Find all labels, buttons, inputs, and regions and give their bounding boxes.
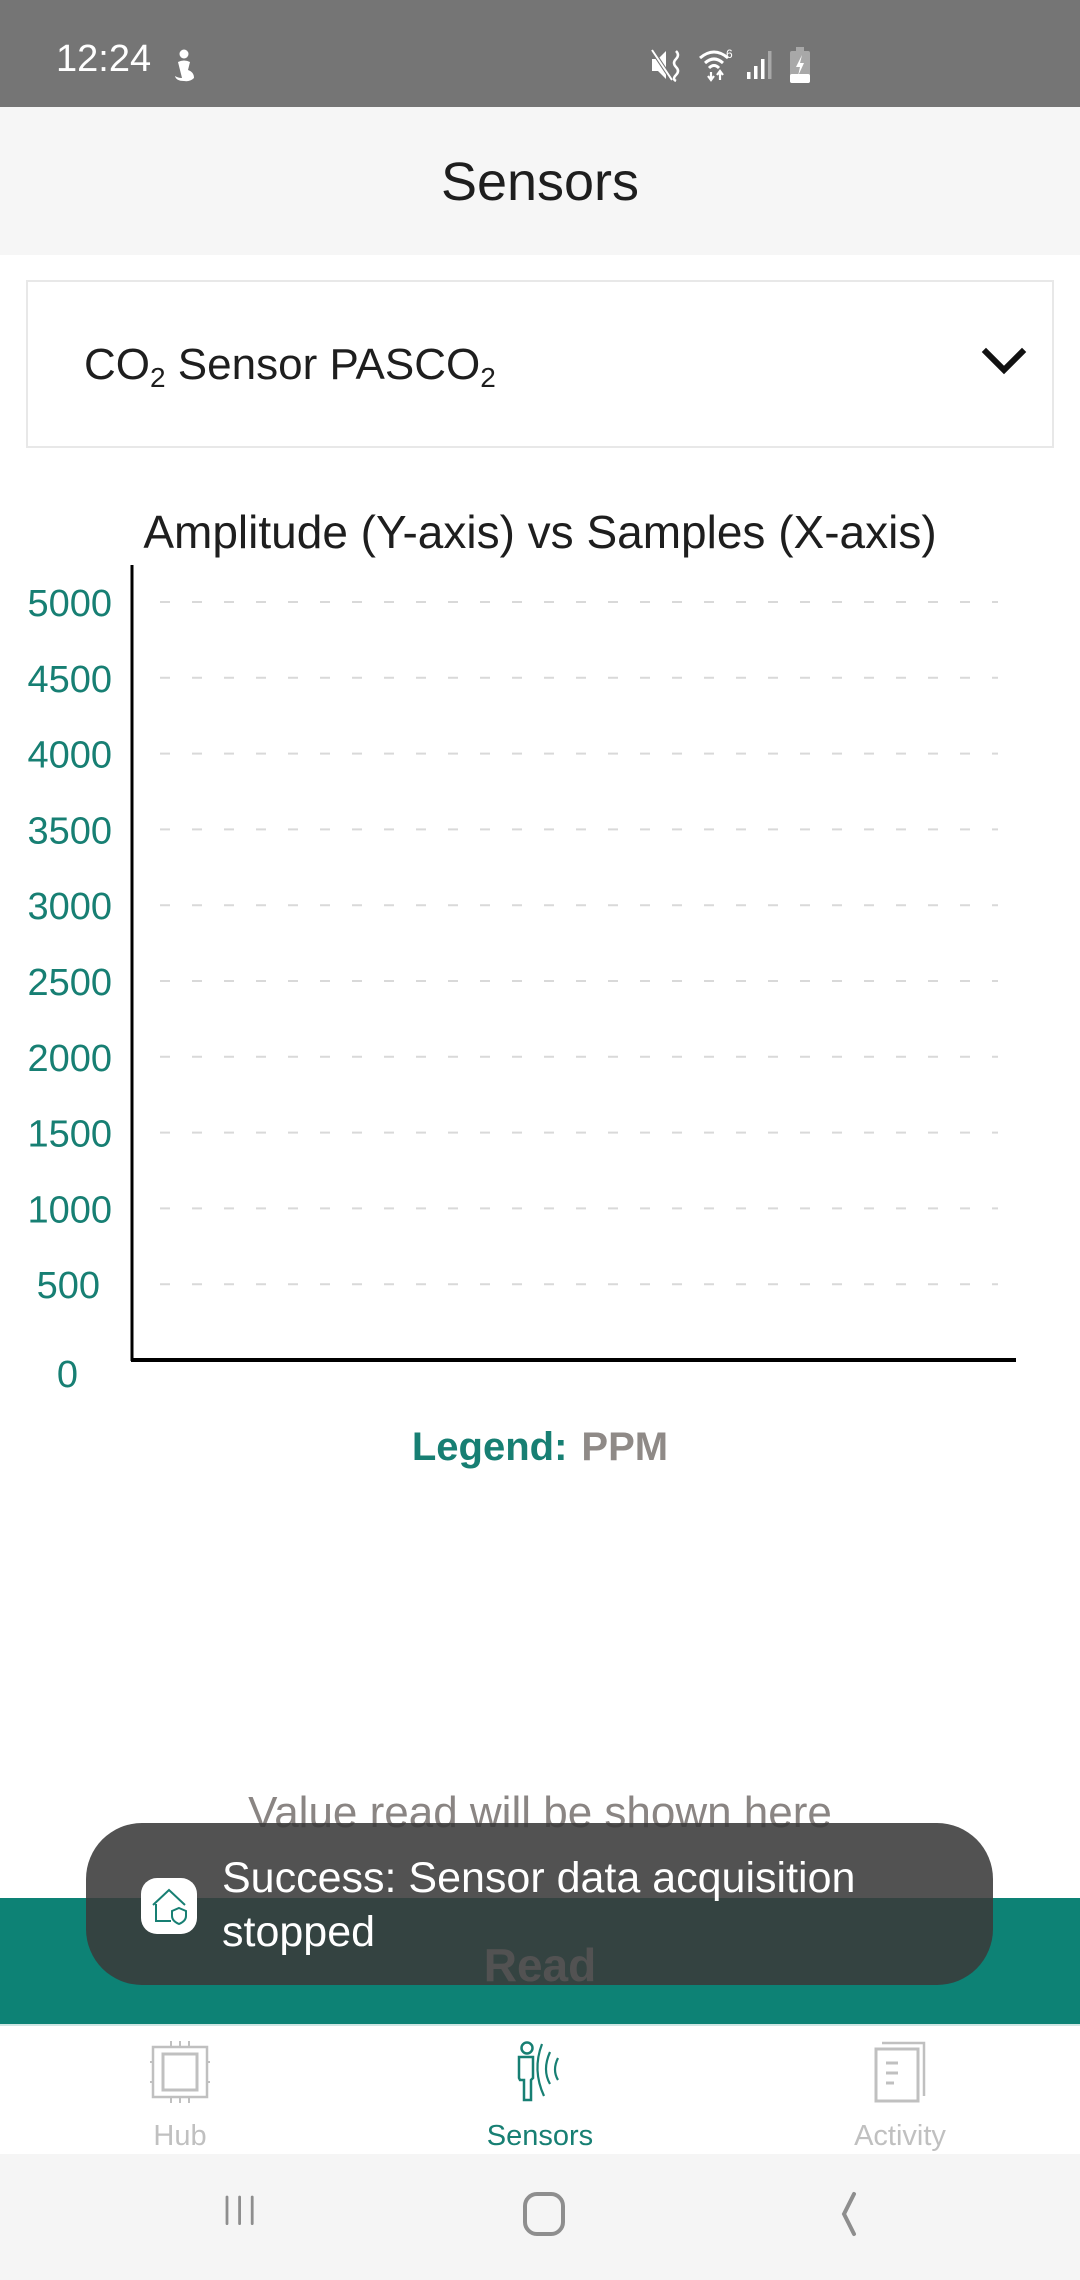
legend-label: Legend: xyxy=(411,1425,568,1469)
svg-text:6: 6 xyxy=(726,47,733,61)
system-navigation-bar xyxy=(0,2154,1080,2280)
status-time: 12:24 xyxy=(56,38,152,80)
y-tick-label-1000: 1000 xyxy=(27,1189,112,1231)
sensor-select-dropdown[interactable]: CO2 Sensor PASCO2 xyxy=(26,280,1054,448)
nav-label-sensors: Sensors xyxy=(486,2120,594,2152)
toast-message: Success: Sensor data acquisition stopped xyxy=(222,1854,856,1956)
accessibility-icon xyxy=(175,49,194,82)
screen: 12:24 6 Sensors CO2 Sensor PASCO2 Amplit… xyxy=(0,0,1080,2280)
app-header: Sensors xyxy=(0,107,1080,255)
home-shield-icon xyxy=(152,1888,187,1926)
person-sensor-icon xyxy=(517,2041,559,2102)
recent-apps-icon[interactable] xyxy=(213,2190,273,2240)
sensor-name-subscript: 2 xyxy=(480,362,496,393)
legend-entry-ppm: PPM xyxy=(581,1425,669,1469)
y-tick-label-5000: 5000 xyxy=(27,583,112,625)
chip-icon xyxy=(150,2041,210,2103)
back-icon[interactable] xyxy=(818,2190,878,2240)
chart-legend: Legend: PPM xyxy=(0,1425,1080,1470)
sensor-name-part: CO xyxy=(84,340,150,389)
y-tick-label-2500: 2500 xyxy=(27,962,112,1004)
sensor-name-subscript: 2 xyxy=(150,362,166,393)
nav-label-activity: Activity xyxy=(854,2120,946,2152)
nav-item-hub[interactable]: Hub xyxy=(0,2026,360,2156)
status-bar: 12:24 6 xyxy=(0,0,1080,107)
sensor-select-value: CO2 Sensor PASCO2 xyxy=(84,340,496,394)
grid-lines xyxy=(160,601,998,1286)
sensor-name-part: Sensor PASCO xyxy=(165,340,481,389)
y-tick-label-0: 0 xyxy=(57,1354,78,1396)
toast-app-icon xyxy=(141,1878,197,1934)
y-tick-label-1500: 1500 xyxy=(27,1114,112,1156)
y-tick-label-4000: 4000 xyxy=(27,735,112,777)
y-tick-labels: 0 500 1000 1500 2000 2500 3000 3500 4000 4500 5000 xyxy=(27,583,112,1396)
home-icon[interactable] xyxy=(515,2190,575,2240)
toast-notification: Success: Sensor data acquisition stopped xyxy=(86,1823,993,1985)
signal-icon xyxy=(747,51,772,79)
nav-label-hub: Hub xyxy=(153,2120,207,2152)
documents-icon xyxy=(874,2041,926,2103)
mute-vibrate-icon xyxy=(650,48,680,82)
y-tick-label-3000: 3000 xyxy=(27,886,112,928)
nav-item-sensors[interactable]: Sensors xyxy=(360,2026,720,2156)
amplitude-chart: 0 500 1000 1500 2000 2500 3000 3500 4000 4500 5000 xyxy=(27,565,1016,1396)
page-title: Sensors xyxy=(440,152,640,212)
battery-charging-icon xyxy=(790,47,810,83)
bottom-navigation: Hub Sensors Activity xyxy=(0,2024,1080,2154)
y-tick-label-500: 500 xyxy=(37,1265,100,1307)
wifi-6-icon: 6 xyxy=(699,47,733,82)
y-tick-label-3500: 3500 xyxy=(27,810,112,852)
y-tick-label-2000: 2000 xyxy=(27,1038,112,1080)
y-tick-label-4500: 4500 xyxy=(27,659,112,701)
chevron-down-icon[interactable] xyxy=(980,342,1028,382)
chart-title: Amplitude (Y-axis) vs Samples (X-axis) xyxy=(143,506,937,558)
nav-item-activity[interactable]: Activity xyxy=(720,2026,1080,2156)
